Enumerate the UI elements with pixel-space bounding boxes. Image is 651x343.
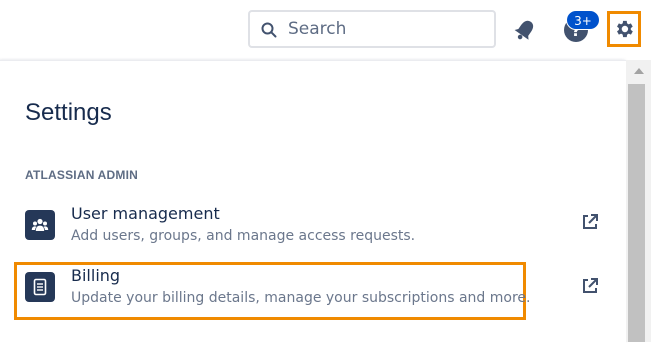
search-icon	[261, 22, 277, 38]
menu-item-description: Update your billing details, manage your…	[71, 290, 531, 306]
help-badge: 3+	[566, 10, 600, 30]
gear-icon	[617, 20, 633, 38]
section-header: ATLASSIAN ADMIN	[25, 168, 138, 182]
search-placeholder: Search	[288, 19, 347, 39]
menu-item-billing[interactable]: Billing Update your billing details, man…	[14, 262, 530, 320]
settings-panel: Settings ATLASSIAN ADMIN User management…	[0, 60, 626, 343]
users-icon	[25, 210, 55, 240]
scroll-thumb[interactable]	[628, 84, 645, 342]
menu-item-title: User management	[71, 204, 220, 223]
scrollbar[interactable]	[626, 60, 651, 342]
menu-item-user-management[interactable]: User management Add users, groups, and m…	[14, 200, 526, 258]
external-link-icon[interactable]	[581, 277, 599, 295]
search-input[interactable]: Search	[248, 10, 496, 48]
notification-icon[interactable]	[512, 17, 538, 43]
settings-button[interactable]	[607, 11, 641, 47]
external-link-icon[interactable]	[581, 213, 599, 231]
top-navigation: Search ? 3+	[0, 0, 651, 60]
panel-title: Settings	[25, 99, 112, 126]
menu-item-title: Billing	[71, 266, 121, 285]
scroll-up-arrow-icon[interactable]	[634, 68, 644, 74]
document-icon	[25, 272, 55, 302]
menu-item-description: Add users, groups, and manage access req…	[71, 228, 416, 244]
